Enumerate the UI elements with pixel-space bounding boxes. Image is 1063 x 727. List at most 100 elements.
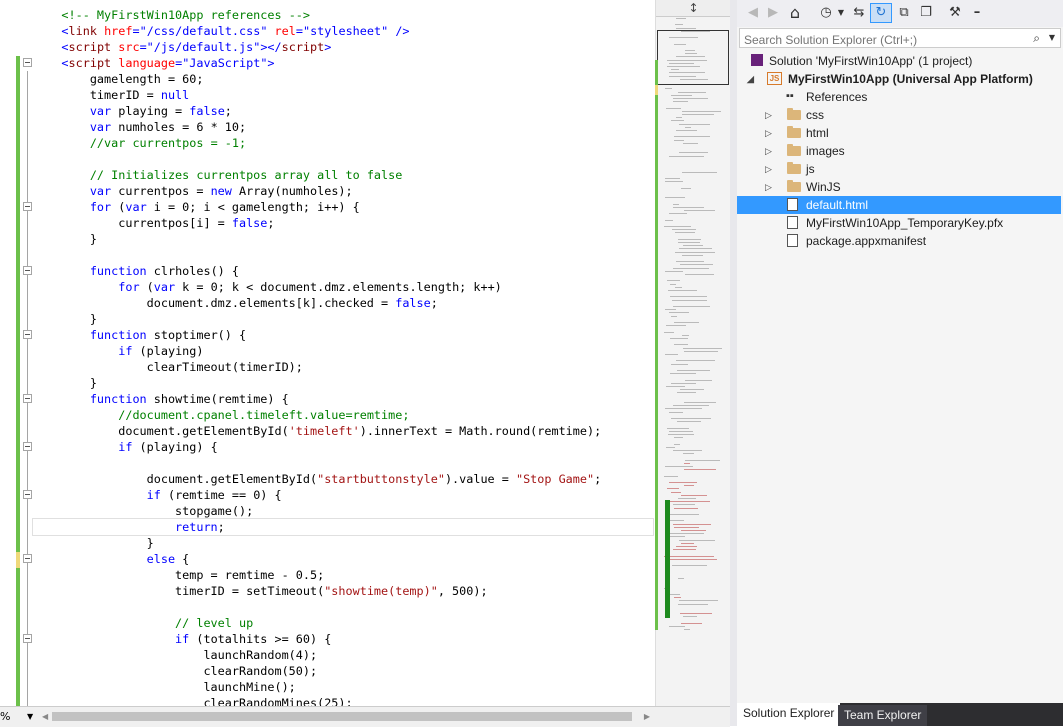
tree-item-project[interactable]: ◢ JS MyFirstWin10App (Universal App Plat… bbox=[737, 70, 1061, 88]
code-line[interactable]: var numholes = 6 * 10; bbox=[33, 119, 653, 135]
code-line[interactable]: for (var k = 0; k < document.dmz.element… bbox=[33, 279, 653, 295]
code-line[interactable]: var playing = false; bbox=[33, 103, 653, 119]
collapse-toggle[interactable] bbox=[23, 634, 32, 643]
minimap-viewport[interactable] bbox=[657, 30, 729, 85]
code-line[interactable]: function stoptimer() { bbox=[33, 327, 653, 343]
horizontal-scrollbar[interactable]: ◀ ▶ bbox=[40, 710, 652, 723]
code-line[interactable]: } bbox=[33, 375, 653, 391]
pane-splitter[interactable] bbox=[730, 0, 737, 726]
code-line[interactable] bbox=[33, 455, 653, 471]
tab-solution-explorer[interactable]: Solution Explorer bbox=[737, 703, 841, 726]
collapsed-arrow-icon[interactable]: ▷ bbox=[765, 124, 772, 142]
code-line[interactable]: if (totalhits >= 60) { bbox=[33, 631, 653, 647]
tree-item-default-html[interactable]: default.html bbox=[737, 196, 1061, 214]
code-line[interactable]: document.getElementById('timeleft').inne… bbox=[33, 423, 653, 439]
code-line[interactable]: launchMine(); bbox=[33, 679, 653, 695]
chevron-down-icon[interactable]: ▼ bbox=[1049, 29, 1055, 47]
collapse-toggle[interactable] bbox=[23, 442, 32, 451]
code-line[interactable]: var currentpos = new Array(numholes); bbox=[33, 183, 653, 199]
code-line[interactable]: if (playing) bbox=[33, 343, 653, 359]
sync-icon[interactable]: ⇆ bbox=[850, 4, 868, 22]
code-line[interactable]: clearTimeout(timerID); bbox=[33, 359, 653, 375]
code-line[interactable]: currentpos[i] = false; bbox=[33, 215, 653, 231]
code-line[interactable]: gamelength = 60; bbox=[33, 71, 653, 87]
code-line[interactable]: temp = remtime - 0.5; bbox=[33, 567, 653, 583]
properties-icon[interactable]: ⚒ bbox=[946, 4, 964, 22]
search-icon[interactable]: ⌕ bbox=[1033, 29, 1040, 47]
code-text[interactable]: <!-- MyFirstWin10App references --> <lin… bbox=[32, 7, 654, 706]
code-line[interactable]: document.getElementById("startbuttonstyl… bbox=[33, 471, 653, 487]
code-line[interactable]: <link href="/css/default.css" rel="style… bbox=[33, 23, 653, 39]
collapsed-arrow-icon[interactable]: ▷ bbox=[765, 106, 772, 124]
code-line[interactable]: } bbox=[33, 535, 653, 551]
search-box[interactable]: ⌕ ▼ bbox=[739, 28, 1061, 49]
tree-item-folder[interactable]: ▷ html bbox=[737, 124, 1061, 142]
tree-item-file[interactable]: package.appxmanifest bbox=[737, 232, 1061, 250]
zoom-dropdown[interactable]: % ▼ bbox=[0, 709, 36, 725]
code-line[interactable]: function showtime(remtime) { bbox=[33, 391, 653, 407]
collapse-toggle[interactable] bbox=[23, 330, 32, 339]
tree-item-references[interactable]: ▪▪ References bbox=[737, 88, 1061, 106]
expanded-arrow-icon[interactable]: ◢ bbox=[747, 70, 754, 88]
code-line[interactable]: document.dmz.elements[k].checked = false… bbox=[33, 295, 653, 311]
refresh-icon[interactable]: ↻ bbox=[870, 3, 892, 23]
collapse-toggle[interactable] bbox=[23, 266, 32, 275]
code-line[interactable]: if (remtime == 0) { bbox=[33, 487, 653, 503]
forward-icon[interactable]: ▶ bbox=[765, 4, 781, 22]
collapse-all-icon[interactable]: ⧉ bbox=[895, 4, 913, 22]
code-line[interactable]: <!-- MyFirstWin10App references --> bbox=[33, 7, 653, 23]
pin-icon[interactable]: – bbox=[969, 4, 985, 22]
code-token: ; bbox=[217, 520, 225, 534]
tree-item-folder[interactable]: ▷ WinJS bbox=[737, 178, 1061, 196]
code-line[interactable]: else { bbox=[33, 551, 653, 567]
code-line[interactable]: return; bbox=[32, 518, 654, 536]
code-line[interactable]: <script src="/js/default.js"></script> bbox=[33, 39, 653, 55]
code-line[interactable]: function clrholes() { bbox=[33, 263, 653, 279]
collapsed-arrow-icon[interactable]: ▷ bbox=[765, 178, 772, 196]
code-line[interactable]: } bbox=[33, 231, 653, 247]
code-line[interactable]: stopgame(); bbox=[33, 503, 653, 519]
code-line[interactable]: for (var i = 0; i < gamelength; i++) { bbox=[33, 199, 653, 215]
code-token: clearTimeout(timerID); bbox=[33, 360, 303, 374]
collapse-toggle[interactable] bbox=[23, 490, 32, 499]
collapse-toggle[interactable] bbox=[23, 554, 32, 563]
collapse-toggle[interactable] bbox=[23, 394, 32, 403]
code-line[interactable]: <script language="JavaScript"> bbox=[33, 55, 653, 71]
tree-item-file[interactable]: MyFirstWin10App_TemporaryKey.pfx bbox=[737, 214, 1061, 232]
code-line[interactable] bbox=[33, 247, 653, 263]
tree-item-folder[interactable]: ▷ css bbox=[737, 106, 1061, 124]
show-all-files-icon[interactable]: ❐ bbox=[917, 4, 935, 22]
code-line[interactable]: timerID = null bbox=[33, 87, 653, 103]
minimap-line bbox=[680, 78, 708, 80]
collapsed-arrow-icon[interactable]: ▷ bbox=[765, 142, 772, 160]
chevron-down-icon[interactable]: ▼ bbox=[837, 4, 845, 22]
collapsed-arrow-icon[interactable]: ▷ bbox=[765, 160, 772, 178]
code-editor[interactable]: <!-- MyFirstWin10App references --> <lin… bbox=[0, 0, 655, 706]
code-line[interactable]: //document.cpanel.timeleft.value=remtime… bbox=[33, 407, 653, 423]
code-line[interactable]: //var currentpos = -1; bbox=[33, 135, 653, 151]
code-line[interactable]: launchRandom(4); bbox=[33, 647, 653, 663]
tree-item-folder[interactable]: ▷ js bbox=[737, 160, 1061, 178]
code-line[interactable] bbox=[33, 151, 653, 167]
search-input[interactable] bbox=[740, 31, 1029, 49]
scroll-left-icon[interactable]: ◀ bbox=[42, 710, 48, 723]
code-line[interactable]: } bbox=[33, 311, 653, 327]
scrollbar-thumb[interactable] bbox=[52, 712, 632, 721]
code-line[interactable]: clearRandom(50); bbox=[33, 663, 653, 679]
history-icon[interactable]: ◷ bbox=[817, 4, 835, 22]
tree-item-folder[interactable]: ▷ images bbox=[737, 142, 1061, 160]
tab-team-explorer[interactable]: Team Explorer bbox=[838, 705, 928, 726]
back-icon[interactable]: ◀ bbox=[745, 4, 761, 22]
split-handle-icon[interactable]: ↕ bbox=[656, 0, 731, 17]
tree-item-solution[interactable]: Solution 'MyFirstWin10App' (1 project) bbox=[737, 52, 1061, 70]
code-line[interactable] bbox=[33, 599, 653, 615]
code-line[interactable]: if (playing) { bbox=[33, 439, 653, 455]
collapse-toggle[interactable] bbox=[23, 202, 32, 211]
home-icon[interactable]: ⌂ bbox=[786, 4, 804, 22]
code-line[interactable]: // Initializes currentpos array all to f… bbox=[33, 167, 653, 183]
code-line[interactable]: // level up bbox=[33, 615, 653, 631]
scroll-right-icon[interactable]: ▶ bbox=[644, 710, 650, 723]
code-line[interactable]: timerID = setTimeout("showtime(temp)", 5… bbox=[33, 583, 653, 599]
collapse-toggle[interactable] bbox=[23, 58, 32, 67]
code-line[interactable]: clearRandomMines(25); bbox=[33, 695, 653, 706]
